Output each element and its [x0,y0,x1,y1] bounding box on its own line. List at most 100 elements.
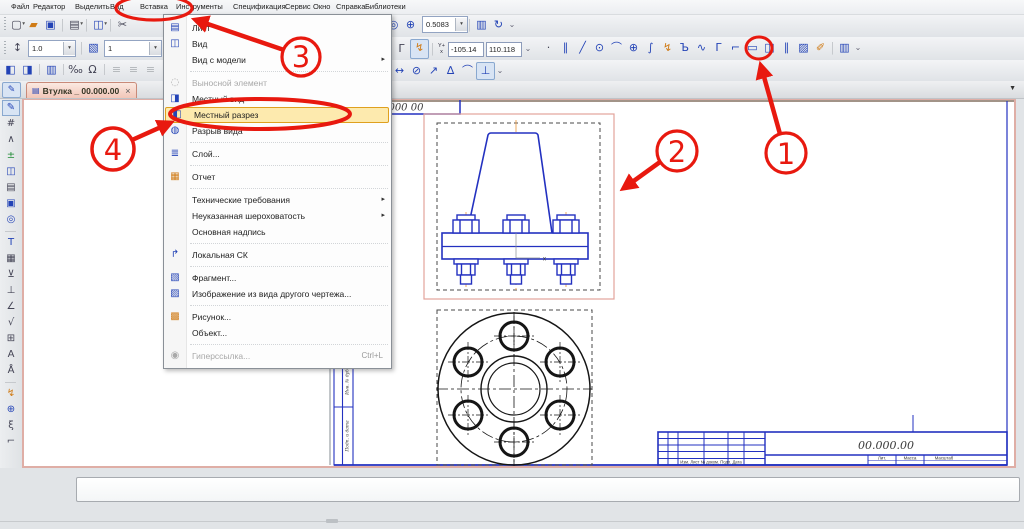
align-right-button[interactable]: ≡ [142,62,159,78]
auto-axis-tool[interactable]: ⊥ [476,62,495,80]
grid-button[interactable]: # [2,116,20,132]
rectangle-tool[interactable]: ▭ [744,39,761,57]
align-center-button[interactable]: ≡ [125,62,142,78]
view-control-button[interactable]: ◎ [2,212,20,228]
annotation-button[interactable]: Å [2,363,20,379]
new-document-button[interactable]: ▢▾ [8,16,25,34]
menu-tools[interactable]: Инструменты [173,0,226,14]
menu-item-view-from-model[interactable]: Вид с модели ▸ [164,52,391,68]
toolbar-overflow-button[interactable]: ⌄ [853,39,863,57]
roughness-tool-button[interactable]: ⊻ [2,267,20,283]
corner-tool[interactable]: ⌐ [727,39,744,57]
radial-dimension-tool[interactable]: ↗ [425,63,442,79]
menu-item-picture[interactable]: ▩ Рисунок... [164,309,391,325]
scale-button[interactable]: ‰ [67,62,84,78]
layers-panel-button[interactable]: ▣ [2,196,20,212]
menu-libraries[interactable]: Библиотеки [362,0,409,14]
angle-dimension-tool[interactable]: ∆ [442,63,459,79]
menu-item-report[interactable]: ▦ Отчет [164,169,391,185]
fill-tool[interactable]: ▨ [795,39,812,57]
tab-list-dropdown[interactable]: ▼ [1009,85,1016,92]
menu-insert[interactable]: Вставка [137,0,171,14]
view-top[interactable] [436,310,592,466]
tolerance-panel-button[interactable]: ± [2,148,20,164]
leader-tool-button[interactable]: ∠ [2,299,20,315]
menu-editor[interactable]: Редактор [30,0,68,14]
freehand-tool[interactable]: ✐ [812,39,829,57]
line-segment-tool[interactable]: ╱ [574,39,591,57]
refresh-button[interactable]: ↻ [490,16,507,34]
section-mark-button[interactable]: ⊞ [2,331,20,347]
menu-specification[interactable]: Спецификация [230,0,289,14]
toolbar-overflow-button[interactable]: ⌄ [495,63,505,79]
auto-line-tool[interactable]: ↯ [659,39,676,57]
menu-item-unspecified-roughness[interactable]: Неуказанная шероховатость ▸ [164,208,391,224]
snap-button[interactable]: ↯ [410,39,429,59]
parallel-line-tool[interactable]: ∥ [557,39,574,57]
menu-service[interactable]: Сервис [282,0,314,14]
text-tool-button[interactable]: T [2,235,20,251]
menu-item-view[interactable]: ◫ Вид [164,36,391,52]
surface-finish-button[interactable]: √ [2,315,20,331]
open-button[interactable]: ▰ [25,16,42,34]
arc-dimension-tool[interactable]: ⌒ [459,63,476,79]
ortho-button[interactable]: Γ [393,40,410,58]
toolbar-overflow-button[interactable]: ⌄ [507,16,517,34]
document-tab[interactable]: ▤ Втулка _ 00.000.00 × [26,82,137,98]
chevron-down-icon[interactable]: ▾ [149,42,161,55]
paste-properties-button[interactable]: ◨ [19,62,36,78]
sheet-panel-button[interactable]: ▤ [2,180,20,196]
menu-item-sheet[interactable]: ▤ Лист [164,20,391,36]
menu-item-detail-view[interactable]: ◌ Выносной элемент [164,75,391,91]
linear-dimension-tool[interactable]: ↔ [391,63,408,79]
measure-panel-button[interactable]: ∧ [2,132,20,148]
menu-item-local-view[interactable]: ◨ Местный вид [164,91,391,107]
toolbar-grip[interactable] [2,16,7,32]
curve-button[interactable]: ξ [2,418,20,434]
coordinate-y-field[interactable]: 110.118 [486,42,522,57]
menu-item-fragment[interactable]: ▧ Фрагмент... [164,270,391,286]
arc-tool[interactable]: ⌒ [608,39,625,57]
coordinate-x-field[interactable]: -105.14 [448,42,484,57]
table-tool-button[interactable]: ▦ [2,251,20,267]
angle-button[interactable]: ⌐ [2,434,20,450]
print-preview-button[interactable]: ◫▾ [90,16,107,34]
rebuild-button[interactable]: ▥ [473,16,490,34]
menu-item-local-cs[interactable]: ↱ Локальная СК [164,247,391,263]
menu-item-hyperlink[interactable]: ◉ Гиперссылка... Ctrl+L [164,348,391,364]
cut-button[interactable]: ✂ [114,16,131,34]
menu-window[interactable]: Окно [310,0,333,14]
panel-toggle-button[interactable]: ✎ [2,82,21,98]
menu-item-image-from-other-drawing[interactable]: ▨ Изображение из вида другого чертежа... [164,286,391,302]
spline-tool[interactable]: ∫ [642,39,659,57]
center-marker-button[interactable]: ⊕ [2,402,20,418]
menu-file[interactable]: Файл [8,0,32,14]
toolbar-grip[interactable] [2,40,7,56]
zoom-combo[interactable]: 0.5083 ▾ [422,16,468,33]
menu-item-local-section[interactable]: ◧ Местный разрез [165,107,389,123]
parametrics-button[interactable]: ↯ [2,386,20,402]
menu-item-layer[interactable]: ≣ Слой... [164,146,391,162]
zoom-in-button[interactable]: ⊕ [402,16,419,34]
symbol-button[interactable]: Ω [84,62,101,78]
text-style-button[interactable]: A [2,347,20,363]
toolbar-overflow-button[interactable]: ⌄ [523,40,533,58]
layout-button[interactable]: ▥ [43,62,60,78]
copy-properties-button[interactable]: ◧ [2,62,19,78]
close-icon[interactable]: × [125,86,130,96]
step-combo[interactable]: 1.0 ▾ [28,40,76,57]
print-button[interactable]: ▤▾ [66,16,83,34]
bezier-curve-tool[interactable]: ∿ [693,39,710,57]
menu-item-tech-requirements[interactable]: Технические требования ▸ [164,192,391,208]
layer-combo[interactable]: 1 ▾ [104,40,162,57]
menu-item-object[interactable]: Объект... [164,325,391,341]
menu-view[interactable]: Вид [107,0,127,14]
align-left-button[interactable]: ≡ [108,62,125,78]
geometry-panel-button[interactable]: ✎ [2,100,20,116]
save-button[interactable]: ▣ [42,16,59,34]
point-tool[interactable]: · [540,39,557,57]
polyline-tool[interactable]: Γ [710,39,727,57]
hatch-tool[interactable]: ∥ [778,39,795,57]
splitter-handle[interactable] [326,519,338,523]
datum-tool-button[interactable]: ⊥ [2,283,20,299]
